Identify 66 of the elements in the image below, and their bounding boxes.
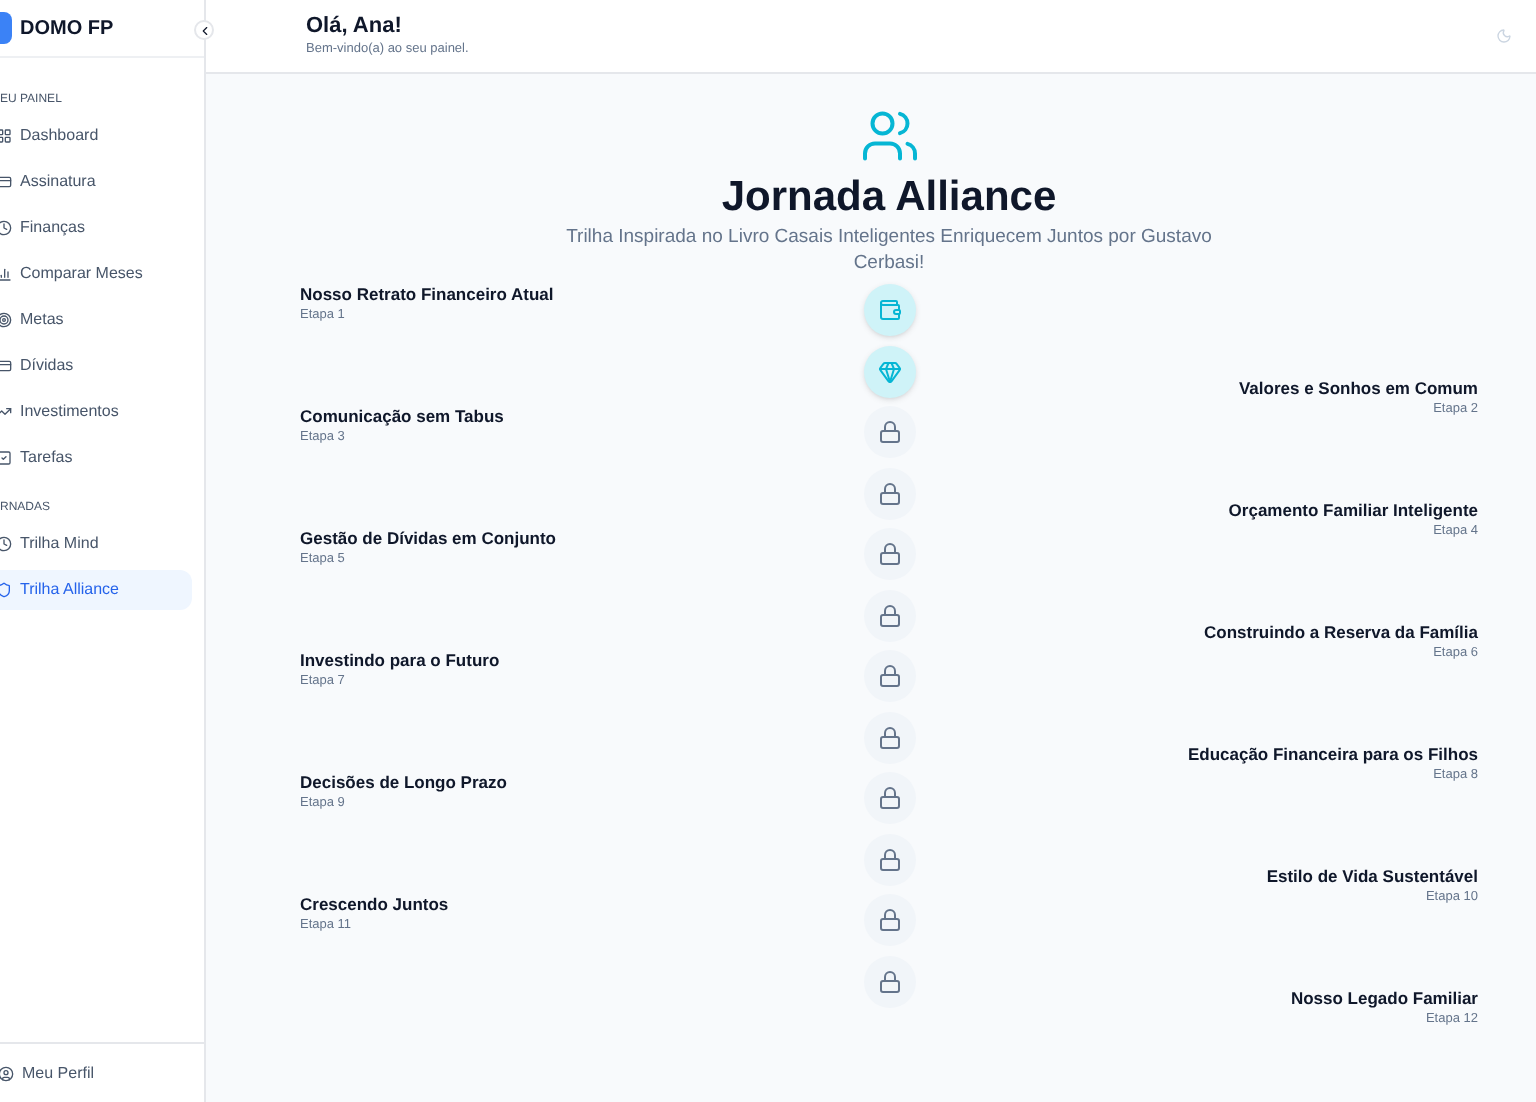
user-icon (0, 1065, 14, 1081)
step-node[interactable] (863, 833, 915, 885)
nav-item[interactable]: Trilha Alliance (0, 569, 192, 609)
checkbox-icon (0, 449, 12, 465)
shield-icon (0, 581, 12, 597)
lock-icon (877, 908, 901, 932)
wallet-icon (877, 298, 901, 322)
step-node[interactable] (863, 467, 915, 519)
lock-icon (877, 542, 901, 566)
chevron-left-icon (197, 23, 211, 37)
target-icon (0, 311, 12, 327)
lock-icon (877, 786, 901, 810)
step-title: Nosso Legado Familiar (1290, 987, 1478, 1009)
lock-icon (877, 603, 901, 627)
card-icon (0, 173, 12, 189)
lock-icon (877, 725, 901, 749)
step-node[interactable] (863, 650, 915, 702)
step-title: Construindo a Reserva da Família (1204, 621, 1478, 643)
diamond-icon (877, 359, 901, 383)
journey-subtitle: Trilha Inspirada no Livro Casais Inteligentes Enriquecem Juntos por Gustavo Cerbasi! (564, 224, 1214, 276)
nav-item[interactable]: Assinatura (0, 161, 192, 201)
logo-icon (0, 12, 12, 44)
brand-name: DOMO FP (20, 15, 114, 43)
step-title: Crescendo Juntos (300, 894, 449, 916)
step-node[interactable] (863, 772, 915, 824)
nav-item[interactable]: Finanças (0, 207, 192, 247)
nav-item[interactable]: Investimentos (0, 391, 192, 431)
profile-item[interactable]: Meu Perfil (0, 1061, 95, 1085)
step-title: Orçamento Familiar Inteligente (1228, 499, 1478, 521)
bar-chart-icon (0, 265, 12, 281)
journey-title: Jornada Alliance (721, 172, 1057, 224)
nav-item[interactable]: Tarefas (0, 437, 192, 477)
step-node[interactable] (863, 589, 915, 641)
step-node[interactable] (863, 711, 915, 763)
step-node[interactable] (863, 528, 915, 580)
collapse-button[interactable] (194, 20, 214, 40)
greeting: Olá, Ana! (306, 13, 404, 40)
card-icon (0, 357, 12, 373)
step-title: Decisões de Longo Prazo (300, 772, 507, 794)
step-title: Comunicação sem Tabus (300, 406, 504, 428)
step-node[interactable] (863, 955, 915, 1007)
nav-item[interactable]: Dívidas (0, 345, 192, 385)
step-node[interactable] (863, 406, 915, 458)
nav-item[interactable]: Comparar Meses (0, 253, 192, 293)
nav-item[interactable]: Metas (0, 299, 192, 339)
trend-icon (0, 403, 12, 419)
lock-icon (877, 969, 901, 993)
step-title: Investindo para o Futuro (300, 650, 500, 672)
clock-icon (0, 535, 12, 551)
lock-icon (877, 420, 901, 444)
step-title: Gestão de Dívidas em Conjunto (300, 528, 556, 550)
step-title: Valores e Sonhos em Comum (1238, 377, 1478, 399)
lock-icon (877, 664, 901, 688)
lock-icon (877, 847, 901, 871)
grid-icon (0, 127, 12, 143)
clock-icon (0, 219, 12, 235)
users-icon (859, 106, 919, 166)
lock-icon (877, 481, 901, 505)
step-title: Nosso Retrato Financeiro Atual (300, 284, 554, 306)
nav-item[interactable]: Dashboard (0, 115, 192, 155)
step-node[interactable] (863, 284, 915, 336)
step-title: Estilo de Vida Sustentável (1266, 865, 1478, 887)
step-title: Educação Financeira para os Filhos (1187, 743, 1478, 765)
step-node[interactable] (863, 345, 915, 397)
nav-item[interactable]: Trilha Mind (0, 523, 192, 563)
step-node[interactable] (863, 894, 915, 946)
